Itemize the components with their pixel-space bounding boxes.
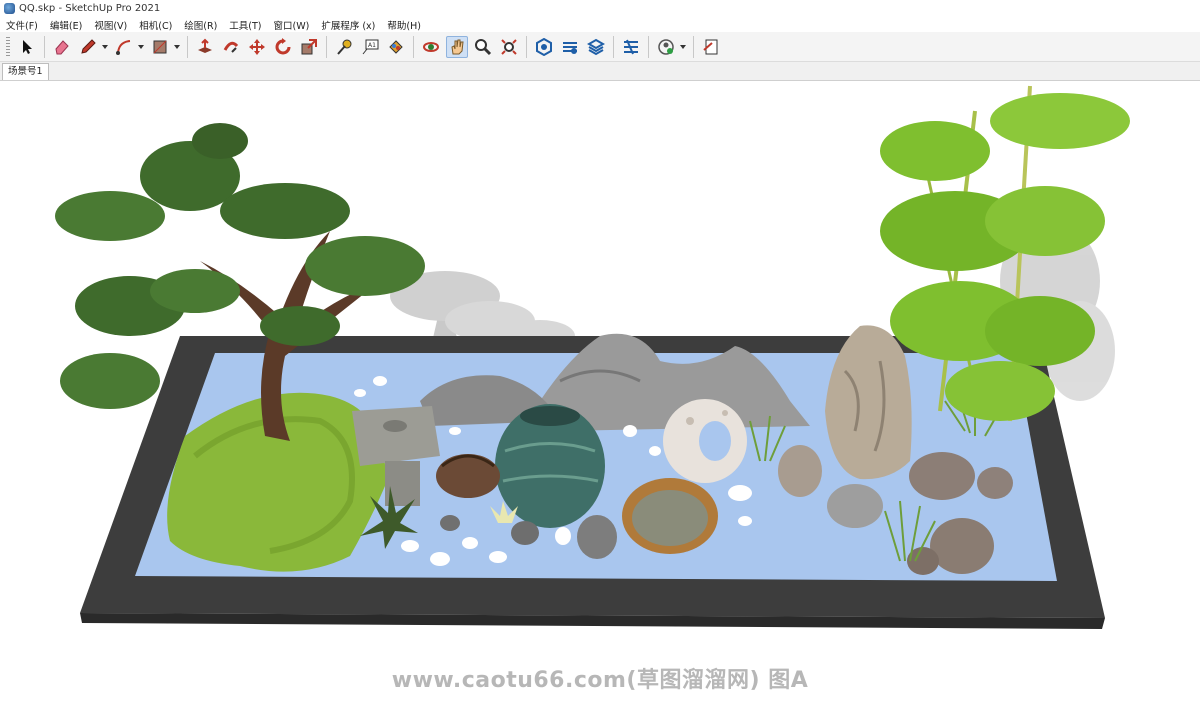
warehouse-icon[interactable] xyxy=(533,36,555,58)
arc-dropdown[interactable] xyxy=(137,36,145,58)
garden-model-drawing xyxy=(55,85,1130,629)
push-pull-icon[interactable] xyxy=(194,36,216,58)
toolbar-grip[interactable] xyxy=(6,36,10,57)
toolbar-separator xyxy=(693,35,694,58)
menu-tools[interactable]: 工具(T) xyxy=(223,18,267,32)
lily-pad[interactable] xyxy=(622,478,718,554)
rectangle-dropdown[interactable] xyxy=(173,36,181,58)
follow-me-icon[interactable] xyxy=(220,36,242,58)
pan-icon[interactable] xyxy=(446,35,468,58)
main-toolbar: A1 xyxy=(0,32,1200,62)
toolbar-separator xyxy=(526,35,527,58)
extension-warehouse-icon[interactable] xyxy=(559,36,581,58)
pencil-icon[interactable] xyxy=(77,36,99,58)
paint-bucket-icon[interactable] xyxy=(385,36,407,58)
toolbar-separator xyxy=(187,35,188,58)
send-to-layout-icon[interactable] xyxy=(700,36,722,58)
svg-text:A1: A1 xyxy=(368,42,376,49)
layout-icon[interactable] xyxy=(585,36,607,58)
toolbar-separator xyxy=(648,35,649,58)
account-icon[interactable] xyxy=(655,36,677,58)
toolbar-separator xyxy=(326,35,327,58)
title-bar: QQ.skp - SketchUp Pro 2021 xyxy=(0,0,1200,17)
toolbar-separator xyxy=(613,35,614,58)
pencil-dropdown[interactable] xyxy=(101,36,109,58)
zoom-icon[interactable] xyxy=(472,36,494,58)
menu-file[interactable]: 文件(F) xyxy=(0,18,44,32)
eraser-icon[interactable] xyxy=(51,36,73,58)
sketchup-app-icon xyxy=(4,3,15,14)
menu-view[interactable]: 视图(V) xyxy=(88,18,133,32)
tape-measure-icon[interactable] xyxy=(333,36,355,58)
menu-extensions[interactable]: 扩展程序 (x) xyxy=(315,18,381,32)
orbit-icon[interactable] xyxy=(420,36,442,58)
woven-basket[interactable] xyxy=(436,454,500,498)
watermark-text: www.caotu66.com(草图溜溜网) 图A xyxy=(391,668,809,693)
window-title: QQ.skp - SketchUp Pro 2021 xyxy=(19,3,161,14)
ceramic-pot[interactable] xyxy=(495,404,605,528)
menu-camera[interactable]: 相机(C) xyxy=(133,18,178,32)
menu-help[interactable]: 帮助(H) xyxy=(381,18,427,32)
scene-tab-strip: 场景号1 xyxy=(0,62,1200,81)
zoom-extents-icon[interactable] xyxy=(498,36,520,58)
scale-icon[interactable] xyxy=(298,36,320,58)
text-icon[interactable]: A1 xyxy=(359,36,381,58)
menu-bar: 文件(F) 编辑(E) 视图(V) 相机(C) 绘图(R) 工具(T) 窗口(W… xyxy=(0,17,1200,32)
rotate-icon[interactable] xyxy=(272,36,294,58)
toolbar-separator xyxy=(44,35,45,58)
scene-tab-1[interactable]: 场景号1 xyxy=(2,63,49,80)
menu-window[interactable]: 窗口(W) xyxy=(268,18,316,32)
select-icon[interactable] xyxy=(16,36,38,58)
toolbar-separator xyxy=(413,35,414,58)
hollow-stone-sphere[interactable] xyxy=(663,399,747,483)
menu-draw[interactable]: 绘图(R) xyxy=(178,18,223,32)
model-viewport[interactable] xyxy=(0,81,1200,715)
sandbox-icon[interactable] xyxy=(620,36,642,58)
rectangle-icon[interactable] xyxy=(149,36,171,58)
account-dropdown[interactable] xyxy=(679,36,687,58)
arc-icon[interactable] xyxy=(113,36,135,58)
menu-edit[interactable]: 编辑(E) xyxy=(44,18,88,32)
move-icon[interactable] xyxy=(246,36,268,58)
